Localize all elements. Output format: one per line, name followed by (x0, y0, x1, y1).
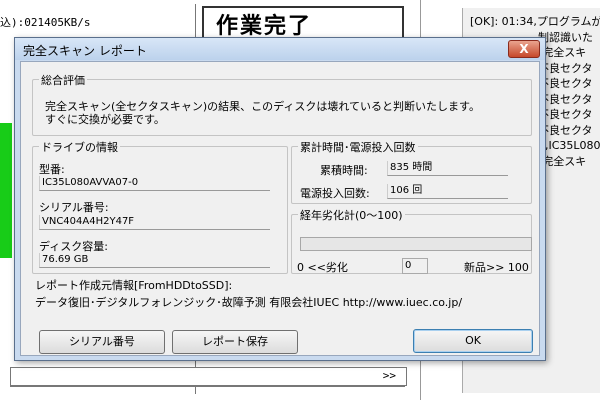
close-icon[interactable]: X (508, 40, 540, 58)
capacity-label: ディスク容量: (39, 240, 108, 253)
serial-value: VNC404A4H2Y47F (39, 215, 270, 230)
dialog-client: 総合評価 完全スキャン(全セクタスキャン)の結果、このディスクは壊れていると判断… (20, 61, 540, 356)
overall-legend: 総合評価 (39, 72, 87, 88)
dialog-title: 完全スキャン レポート (23, 44, 147, 58)
power-on-legend: 累計時間･電源投入回数 (298, 139, 418, 155)
power-count-value: 106 回 (387, 184, 508, 199)
overall-evaluation-group: 総合評価 完全スキャン(全セクタスキャン)の結果、このディスクは壊れていると判断… (32, 72, 532, 136)
power-on-group: 累計時間･電源投入回数 累積時間: 835 時間 電源投入回数: 106 回 (291, 139, 532, 204)
ok-button[interactable]: OK (413, 329, 533, 353)
aging-current-value: 0 (402, 258, 428, 274)
drive-info-legend: ドライブの情報 (39, 139, 120, 155)
evaluation-message: 完全スキャン(全セクタスキャン)の結果、このディスクは壊れていると判断いたします… (45, 100, 480, 126)
serial-label: シリアル番号: (39, 201, 109, 214)
bottom-scroll-strip[interactable]: >> (10, 367, 407, 386)
report-source-label: レポート作成元情報[FromHDDtoSSD]: (35, 279, 233, 292)
status-green-bar (0, 123, 12, 258)
log-line: [OK]: 01:34,プログラムが (470, 15, 600, 28)
aging-group: 経年劣化計(0～100) 0 <<劣化 0 新品>> 100 (291, 207, 532, 274)
aging-left-label: 0 <<劣化 (297, 261, 348, 274)
drive-info-group: ドライブの情報 型番: IC35L080AVVA07-0 シリアル番号: VNC… (32, 139, 288, 274)
save-report-button[interactable]: レポート保存 (172, 330, 298, 354)
capacity-value: 76.69 GB (39, 253, 270, 268)
aging-right-label: 新品>> 100 (464, 261, 529, 274)
power-count-label: 電源投入回数: (300, 187, 370, 200)
message-line-2: すぐに交換が必要です。 (45, 113, 165, 126)
model-label: 型番: (39, 163, 65, 176)
bottom-line (10, 386, 405, 387)
message-line-1: 完全スキャン(全セクタスキャン)の結果、このディスクは壊れていると判断いたします… (45, 100, 480, 113)
dialog-titlebar[interactable]: 完全スキャン レポート X (15, 38, 545, 60)
aging-legend: 経年劣化計(0～100) (298, 207, 405, 223)
aging-progress-bar (300, 237, 532, 251)
transfer-speed: 込):021405KB/s (0, 16, 91, 29)
scroll-next-glyph[interactable]: >> (383, 369, 396, 382)
report-source-company: データ復旧･デジタルフォレンジック･故障予測 有限会社IUEC http://w… (35, 296, 463, 309)
hours-label: 累積時間: (320, 164, 368, 177)
model-value: IC35L080AVVA07-0 (39, 176, 270, 191)
serial-number-button[interactable]: シリアル番号 (39, 330, 165, 354)
hours-value: 835 時間 (387, 161, 508, 176)
scan-report-dialog: 完全スキャン レポート X 総合評価 完全スキャン(全セクタスキャン)の結果、こ… (14, 37, 546, 361)
completion-banner: 作業完了 (202, 6, 404, 40)
completion-title: 作業完了 (216, 14, 313, 39)
